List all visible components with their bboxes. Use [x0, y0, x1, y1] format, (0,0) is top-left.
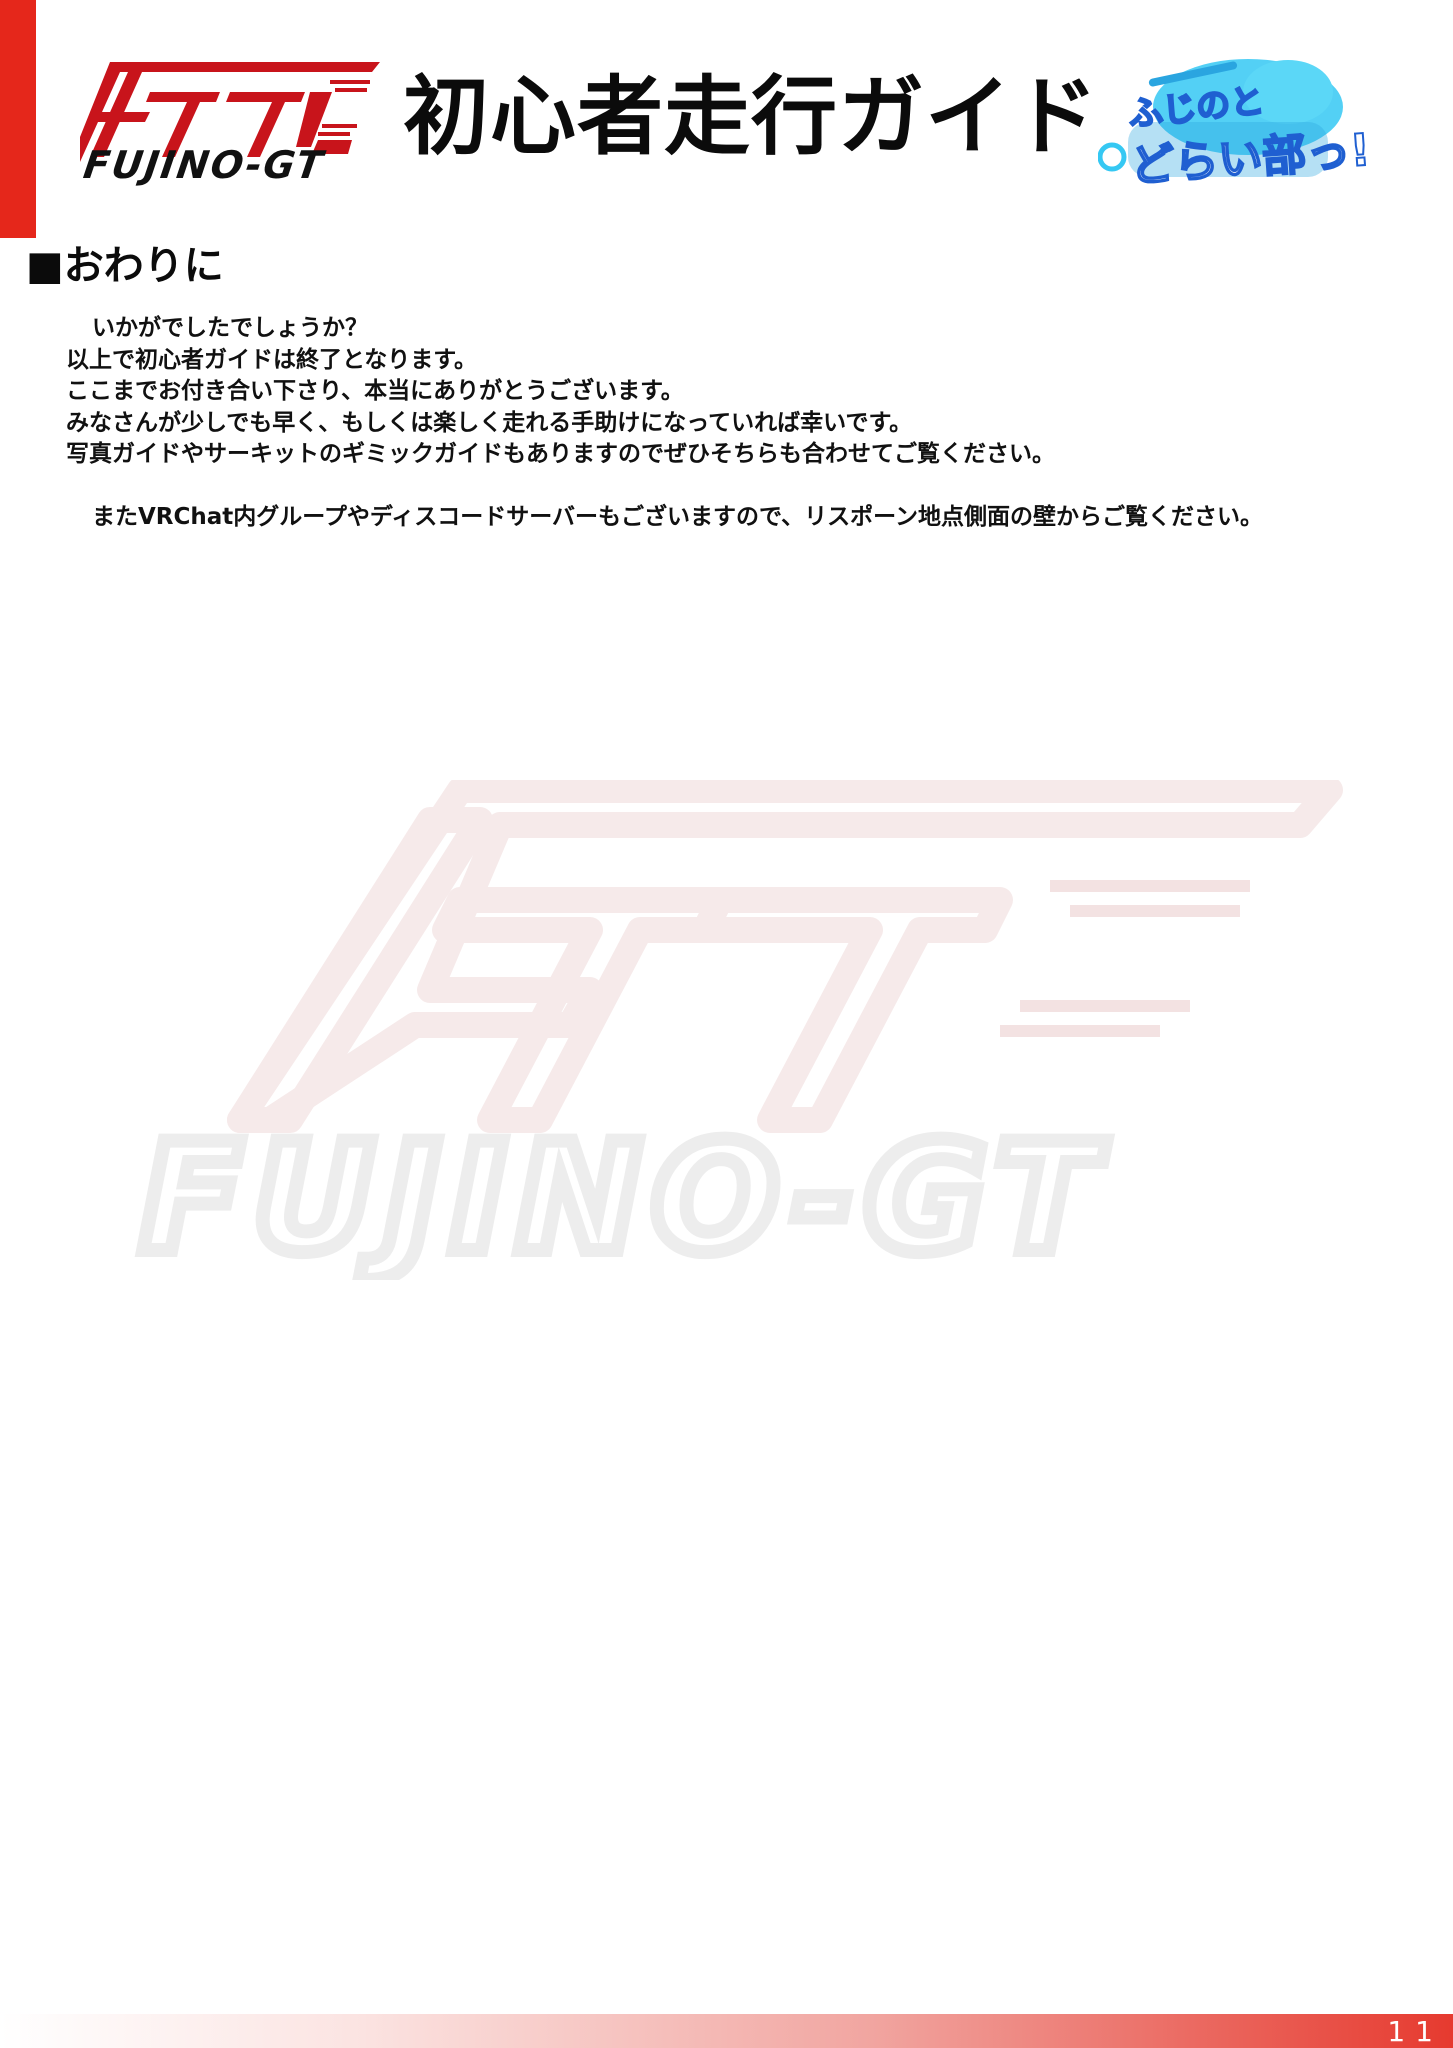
- accent-bar: [0, 0, 36, 238]
- text-line: みなさんが少しでも早く、もしくは楽しく走れる手助けになっていれば幸いです。: [66, 409, 913, 436]
- page-number: 11: [1387, 2015, 1443, 2048]
- section-heading: ■おわりに: [26, 243, 224, 289]
- text-line: ここまでお付き合い下さり、本当にありがとうございます。: [66, 378, 684, 404]
- page-title: 初心者走行ガイド: [403, 67, 1099, 167]
- text-line: 写真ガイドやサーキットのギミックガイドもありますのでぜひそちらも合わせてご覧くだ…: [66, 441, 1055, 467]
- closing-text: いかがでしたでしょうか？ 以上で初心者ガイドは終了となります。 ここまでお付き合…: [66, 313, 1436, 534]
- text-line: またVRChat内グループやディスコードサーバーもございますので、リスポーン地点…: [92, 504, 1263, 530]
- watermark-text: FUJINO-GT: [140, 1112, 1107, 1280]
- footer-bar: [0, 2014, 1453, 2048]
- watermark-logo: FUJINO-GT: [133, 780, 1343, 1280]
- text-line: 以上で初心者ガイドは終了となります。: [66, 346, 478, 373]
- text-line: いかがでしたでしょうか？: [92, 315, 368, 341]
- logo-wordmark: FUJINO-GT: [80, 143, 328, 187]
